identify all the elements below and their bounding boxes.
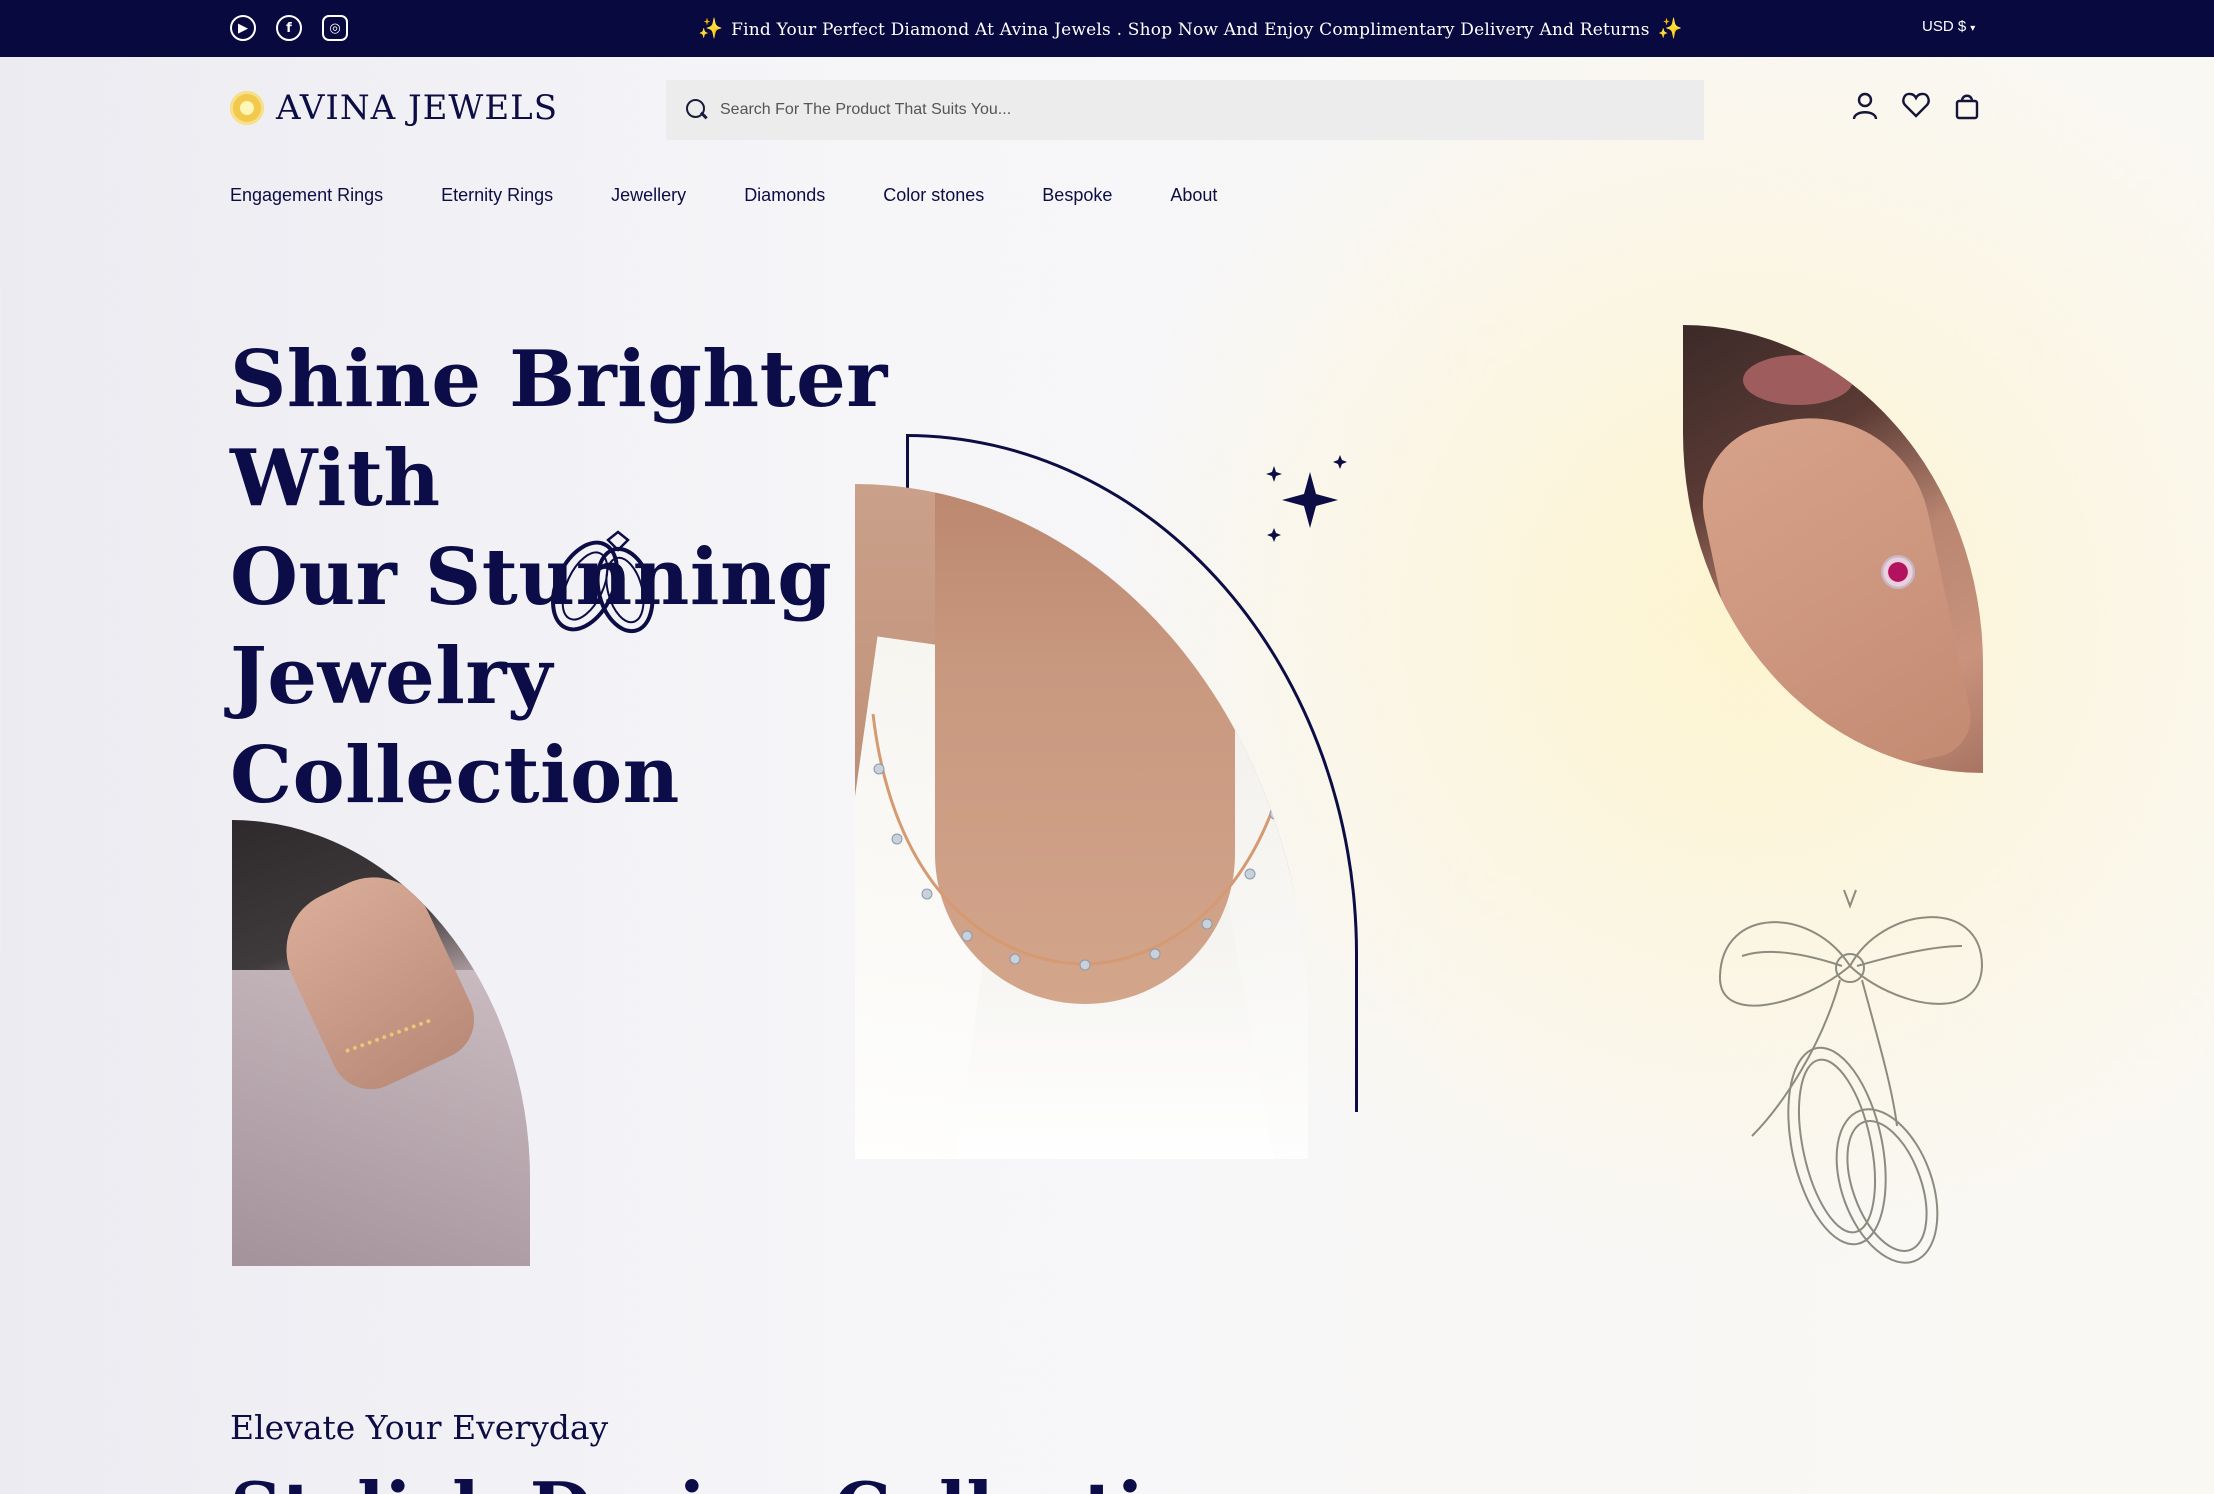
instagram-icon[interactable]: ◎ (322, 15, 348, 41)
heart-icon[interactable] (1902, 92, 1930, 125)
currency-selector[interactable]: USD $ ▾ (1922, 18, 1975, 35)
nav-item-diamonds[interactable]: Diamonds (744, 185, 825, 206)
image-detail (1687, 396, 1979, 773)
user-icon[interactable] (1852, 92, 1878, 125)
search-input[interactable] (720, 101, 1620, 119)
search-bar[interactable] (666, 80, 1704, 140)
announcement-text: ✨ Find Your Perfect Diamond At Avina Jewe… (690, 16, 1683, 40)
sparkle-icon: ✨ (698, 16, 724, 40)
logo-flower-icon (230, 91, 264, 125)
youtube-icon[interactable]: ▶ (230, 15, 256, 41)
nav-item-bespoke[interactable]: Bespoke (1042, 185, 1112, 206)
sparkle-stars-icon (1266, 455, 1347, 542)
section-kicker: Elevate Your Everyday (230, 1408, 609, 1447)
chevron-down-icon: ▾ (1970, 23, 1976, 34)
rings-doodle-icon (551, 530, 655, 634)
bow-rings-sketch-icon (1718, 889, 1984, 1264)
nav-item-engagement-rings[interactable]: Engagement Rings (230, 185, 383, 206)
cart-bag-icon[interactable] (1954, 92, 1980, 125)
search-icon[interactable] (686, 99, 708, 121)
image-detail (1881, 555, 1915, 589)
necklace-model-image[interactable] (855, 484, 1308, 1159)
necklace-chain-graphic (871, 713, 1297, 971)
ring-model-image[interactable] (1683, 325, 1983, 773)
facebook-icon[interactable]: f (276, 15, 302, 41)
nav-item-eternity-rings[interactable]: Eternity Rings (441, 185, 553, 206)
sparkle-icon: ✨ (1657, 16, 1683, 40)
announcement-message: Find Your Perfect Diamond At Avina Jewel… (731, 20, 1650, 40)
announcement-bar: ▶ f ◎ ✨ Find Your Perfect Diamond At Avin… (0, 0, 2214, 57)
bracelet-model-image[interactable] (232, 820, 530, 1266)
nav-item-jewellery[interactable]: Jewellery (611, 185, 686, 206)
brand-logo[interactable]: AVINA JEWELS (230, 88, 558, 128)
section-title: Stylish Design Collection (230, 1466, 1244, 1494)
image-detail (1933, 375, 1951, 407)
nav-item-about[interactable]: About (1170, 185, 1217, 206)
main-nav: Engagement Rings Eternity Rings Jeweller… (230, 185, 1275, 206)
social-links: ▶ f ◎ (230, 15, 348, 41)
nav-item-color-stones[interactable]: Color stones (883, 185, 984, 206)
image-detail (1743, 355, 1853, 405)
currency-label: USD $ (1922, 18, 1967, 35)
logo-text: AVINA JEWELS (276, 88, 559, 128)
header-actions (1852, 92, 1980, 125)
